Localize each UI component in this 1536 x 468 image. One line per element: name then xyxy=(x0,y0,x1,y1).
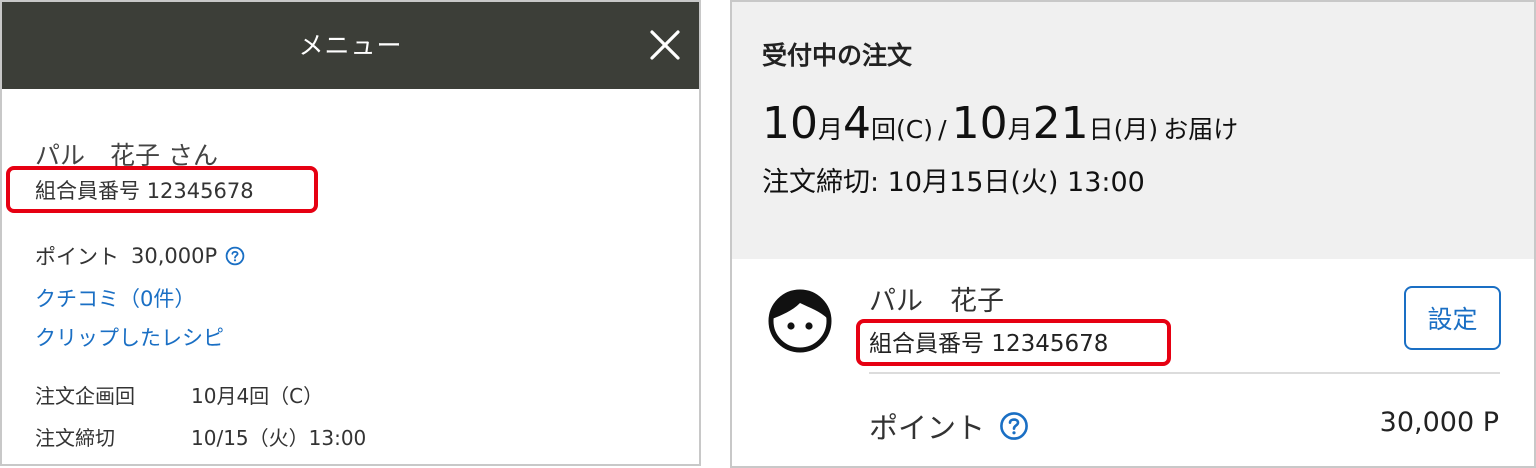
order-summary-panel: 受付中の注文 10月4回(C) / 10月21日(月) お届け 注文締切: 10… xyxy=(730,0,1536,468)
point-line: ポイント xyxy=(869,405,1029,447)
order-deadline: 注文締切: 10月15日(火) 13:00 xyxy=(762,167,1145,198)
current-order-title: 受付中の注文 xyxy=(762,41,913,70)
menu-title: メニュー xyxy=(298,31,403,60)
plan-month-unit: 月 xyxy=(818,115,844,144)
menu-header: メニュー xyxy=(2,2,699,89)
review-link[interactable]: クチコミ（0件） xyxy=(35,283,195,313)
delivery-day: 21 xyxy=(1032,98,1089,149)
point-value: 30,000P xyxy=(131,244,218,268)
delivery-separator: / xyxy=(938,115,947,144)
delivery-month-unit: 月 xyxy=(1007,115,1033,144)
clipped-recipe-link[interactable]: クリップしたレシピ xyxy=(35,322,224,352)
point-value: 30,000 P xyxy=(1379,407,1499,438)
delivery-info: 10月4回(C) / 10月21日(月) お届け xyxy=(762,98,1238,149)
plan-month: 10 xyxy=(762,98,818,149)
help-icon[interactable] xyxy=(225,246,245,266)
plan-unit: 回(C) xyxy=(871,115,933,144)
help-icon[interactable] xyxy=(999,411,1029,441)
delivery-suffix: お届け xyxy=(1163,115,1239,144)
divider xyxy=(869,372,1500,374)
menu-panel: メニュー パル 花子 さん 組合員番号 12345678 ポイント 30,000… xyxy=(0,0,701,466)
order-deadline-label: 注文締切 xyxy=(35,426,115,450)
user-name: パル 花子 xyxy=(869,286,1004,317)
point-label: ポイント xyxy=(869,411,986,445)
delivery-day-unit: 日(月) xyxy=(1088,115,1159,144)
member-number-highlight xyxy=(6,166,318,213)
order-plan-value: 10月4回（C） xyxy=(191,384,324,408)
settings-button[interactable]: 設定 xyxy=(1404,286,1501,350)
plan-number: 4 xyxy=(843,98,872,149)
delivery-month: 10 xyxy=(951,98,1008,149)
current-order-box: 受付中の注文 10月4回(C) / 10月21日(月) お届け 注文締切: 10… xyxy=(732,2,1534,259)
member-number-highlight xyxy=(856,319,1171,366)
point-label: ポイント xyxy=(35,245,119,269)
point-line: ポイント 30,000P xyxy=(35,241,245,271)
order-deadline-value: 10/15（火）13:00 xyxy=(191,426,367,450)
order-plan-label: 注文企画回 xyxy=(35,384,135,408)
close-icon[interactable] xyxy=(647,27,683,63)
avatar-icon xyxy=(768,289,832,353)
